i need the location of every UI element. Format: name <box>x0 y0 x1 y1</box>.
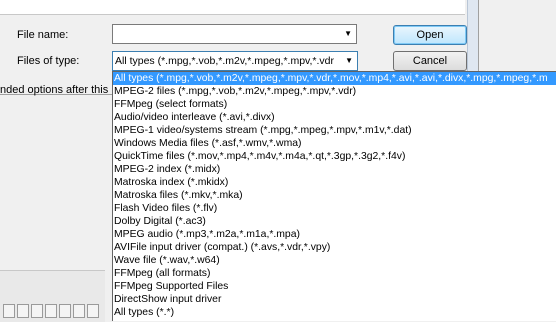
dropdown-option[interactable]: Dolby Digital (*.ac3) <box>113 215 556 228</box>
files-of-type-label: Files of type: <box>17 55 80 67</box>
dropdown-option[interactable]: Audio/video interleave (*.avi,*.divx) <box>113 111 556 124</box>
chevron-down-icon[interactable]: ▼ <box>344 30 352 38</box>
file-name-combo[interactable]: ▼ <box>112 24 357 44</box>
files-of-type-dropdown: All types (*.mpg,*.vob,*.m2v,*.mpeg,*.mp… <box>112 71 556 321</box>
file-list-area[interactable] <box>0 0 465 15</box>
dropdown-option[interactable]: All types (*.*) <box>113 306 556 319</box>
files-of-type-combo[interactable]: All types (*.mpg,*.vob,*.m2v,*.mpeg,*.mp… <box>112 51 358 71</box>
options-text: nded options after this <box>0 84 109 96</box>
dropdown-option[interactable]: FFMpeg (select formats) <box>113 98 556 111</box>
dropdown-option[interactable]: Matroska files (*.mkv,*.mka) <box>113 189 556 202</box>
dropdown-option[interactable]: MPEG-2 files (*.mpg,*.vob,*.m2v,*.mpeg,*… <box>113 85 556 98</box>
cancel-button[interactable]: Cancel <box>393 51 467 71</box>
dropdown-option[interactable]: FFMpeg Supported Files <box>113 280 556 293</box>
dropdown-option[interactable]: AVIFile input driver (compat.) (*.avs,*.… <box>113 241 556 254</box>
dropdown-option[interactable]: MPEG audio (*.mp3,*.m2a,*.m1a,*.mpa) <box>113 228 556 241</box>
toolbar-button[interactable] <box>3 304 15 318</box>
dropdown-option[interactable]: DirectShow input driver <box>113 293 556 306</box>
files-of-type-value[interactable]: All types (*.mpg,*.vob,*.m2v,*.mpeg,*.mp… <box>115 55 334 67</box>
dropdown-option[interactable]: QuickTime files (*.mov,*.mp4,*.m4v,*.m4a… <box>113 150 556 163</box>
dropdown-option[interactable]: MPEG-1 video/systems stream (*.mpg,*.mpe… <box>113 124 556 137</box>
dropdown-option[interactable]: Flash Video files (*.flv) <box>113 202 556 215</box>
dropdown-option[interactable]: Wave file (*.wav,*.w64) <box>113 254 556 267</box>
toolbar-button[interactable] <box>31 304 43 318</box>
toolbar-button[interactable] <box>17 304 29 318</box>
dropdown-option[interactable]: FFMpeg (all formats) <box>113 267 556 280</box>
file-name-label: File name: <box>17 29 69 41</box>
toolbar-button[interactable] <box>59 304 71 318</box>
dropdown-option[interactable]: MPEG-2 index (*.midx) <box>113 163 556 176</box>
toolbar-button[interactable] <box>73 304 85 318</box>
open-button[interactable]: Open <box>393 25 467 45</box>
dropdown-option[interactable]: Windows Media files (*.asf,*.wmv,*.wma) <box>113 137 556 150</box>
dropdown-option[interactable]: Matroska index (*.mkidx) <box>113 176 556 189</box>
dropdown-option[interactable]: All types (*.mpg,*.vob,*.m2v,*.mpeg,*.mp… <box>113 72 556 85</box>
toolbar-button[interactable] <box>45 304 57 318</box>
toolbar-button[interactable] <box>87 304 99 318</box>
chevron-down-icon[interactable]: ▼ <box>345 57 353 65</box>
